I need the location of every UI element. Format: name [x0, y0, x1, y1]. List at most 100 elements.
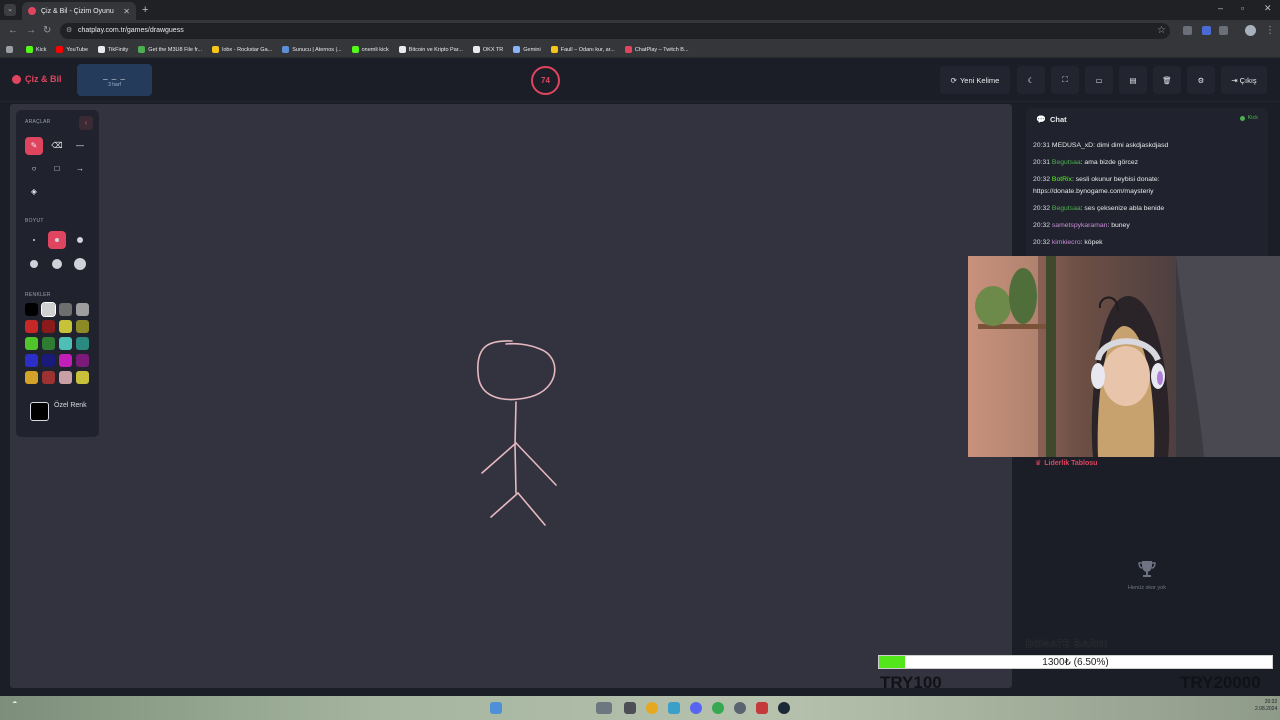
eraser-tool-button[interactable]: ⌫ [48, 137, 66, 155]
size-option-5[interactable] [48, 255, 66, 273]
color-swatch[interactable] [76, 337, 89, 350]
url-input[interactable]: ⚙ chatplay.com.tr/games/drawguess [60, 23, 1170, 39]
color-swatch[interactable] [25, 371, 38, 384]
letter-count: 3 harf [108, 82, 121, 88]
system-clock[interactable]: 20:32 2.08.2024 [1255, 699, 1277, 713]
keyboard-button[interactable]: ▭ [1085, 66, 1113, 94]
size-option-1[interactable] [25, 231, 43, 249]
rectangle-tool-button[interactable]: □ [48, 160, 66, 178]
bookmark-item[interactable]: Kick [26, 46, 46, 53]
color-swatch[interactable] [25, 320, 38, 333]
collapse-panel-button[interactable]: ‹ [79, 116, 93, 130]
color-swatch[interactable] [76, 371, 89, 384]
taskbar-app-icon[interactable] [734, 702, 746, 714]
maximize-icon[interactable]: ▫ [1241, 3, 1244, 13]
bookmark-star-icon[interactable]: ☆ [1157, 25, 1166, 36]
color-swatch[interactable] [76, 320, 89, 333]
bookmark-favicon-icon [550, 46, 558, 53]
chat-message-user[interactable]: Begutsaa [1052, 159, 1081, 166]
taskbar-app-icon[interactable] [596, 702, 612, 714]
round-timer: 74 [531, 66, 560, 95]
site-info-icon[interactable]: ⚙ [66, 23, 72, 39]
chat-message-user[interactable]: kimkiecro [1052, 239, 1081, 246]
color-swatch[interactable] [59, 354, 72, 367]
custom-color-picker[interactable] [30, 402, 49, 421]
color-swatch[interactable] [25, 337, 38, 350]
apps-icon[interactable] [6, 46, 16, 53]
chat-message-user[interactable]: sametspykaraman [1052, 222, 1108, 229]
color-swatch[interactable] [59, 303, 72, 316]
bookmark-item[interactable]: Sunucu | Aternos |... [282, 46, 342, 53]
color-swatch[interactable] [42, 371, 55, 384]
url-text: chatplay.com.tr/games/drawguess [78, 27, 184, 34]
bookmark-item[interactable]: Bitcoin ve Kripto Par... [398, 46, 463, 53]
reload-icon[interactable]: ↻ [43, 25, 51, 36]
archive-button[interactable]: ▤ [1119, 66, 1147, 94]
minimize-icon[interactable]: – [1218, 3, 1223, 13]
bookmark-item[interactable]: lobx - Rockstar Ga... [212, 46, 272, 53]
size-option-6[interactable] [71, 255, 89, 273]
color-swatch[interactable] [59, 371, 72, 384]
taskbar-app-icon[interactable] [668, 702, 680, 714]
discord-icon[interactable] [690, 702, 702, 714]
size-option-4[interactable] [25, 255, 43, 273]
close-window-icon[interactable]: ✕ [1264, 3, 1272, 14]
color-swatch[interactable] [76, 354, 89, 367]
leaderboard-title: ♛ Liderlik Tablosu [1035, 459, 1098, 468]
browser-tab[interactable]: Çiz & Bil - Çizim Oyunu ✕ [22, 2, 136, 20]
clear-canvas-button[interactable]: 🗑 [1153, 66, 1181, 94]
bookmark-item[interactable]: onemli kick [351, 46, 389, 53]
taskbar-app-icon[interactable] [712, 702, 724, 714]
exit-button[interactable]: ⇥ Çıkış [1221, 66, 1267, 94]
settings-button[interactable]: ⚙ [1187, 66, 1215, 94]
theme-toggle-button[interactable]: ☾ [1017, 66, 1045, 94]
tab-close-icon[interactable]: ✕ [123, 7, 130, 16]
bookmark-item[interactable]: Gemini [513, 46, 541, 53]
file-explorer-icon[interactable] [624, 702, 636, 714]
bookmark-item[interactable]: OKX TR [472, 46, 503, 53]
color-swatch[interactable] [25, 354, 38, 367]
taskbar-app-icon[interactable] [756, 702, 768, 714]
back-icon[interactable]: ← [8, 25, 18, 36]
bookmark-item[interactable]: Faull – Odanı kur, ar... [550, 46, 615, 53]
start-icon[interactable] [490, 702, 502, 714]
browser-menu-icon[interactable]: ⋮ [1265, 25, 1275, 36]
bookmark-item[interactable]: TikFinity [98, 46, 128, 53]
forward-icon[interactable]: → [26, 25, 36, 36]
color-swatch[interactable] [42, 354, 55, 367]
color-swatch[interactable] [42, 337, 55, 350]
pen-tool-button[interactable]: ✎ [25, 137, 43, 155]
chat-message-user[interactable]: MEDUSA_xD [1052, 142, 1093, 149]
arrow-tool-button[interactable]: → [71, 160, 89, 178]
line-tool-button[interactable]: — [71, 137, 89, 155]
bookmark-item[interactable]: Get the M3U8 File fr... [138, 46, 202, 53]
color-swatch[interactable] [25, 303, 38, 316]
chrome-icon[interactable] [646, 702, 658, 714]
bookmark-item[interactable]: ChatPlay – Twitch B... [624, 46, 689, 53]
new-word-button[interactable]: ⟳ Yeni Kelime [940, 66, 1010, 94]
chat-messages: 20:31 MEDUSA_xD: dimi dimi askdjaskdjasd… [1033, 140, 1263, 254]
steam-icon[interactable] [778, 702, 790, 714]
color-swatch[interactable] [42, 320, 55, 333]
bookmark-item[interactable]: YouTube [56, 46, 88, 53]
size-option-3[interactable] [71, 231, 89, 249]
color-swatch[interactable] [59, 320, 72, 333]
tab-search-icon[interactable]: ⌄ [4, 4, 16, 16]
size-option-2[interactable] [48, 231, 66, 249]
chat-message-user[interactable]: Begutsaa [1052, 205, 1081, 212]
circle-tool-button[interactable]: ○ [25, 160, 43, 178]
fullscreen-button[interactable]: ⛶ [1051, 66, 1079, 94]
app-logo[interactable]: Çiz & Bil [12, 74, 62, 84]
weather-widget[interactable]: ☁ [12, 699, 17, 706]
extension-icon[interactable] [1183, 26, 1192, 35]
color-swatch[interactable] [59, 337, 72, 350]
profile-avatar[interactable] [1245, 25, 1256, 36]
extensions-icon[interactable] [1219, 26, 1228, 35]
chat-message: 20:31 Begutsaa: ama bizde görcez [1033, 159, 1139, 166]
new-tab-icon[interactable]: + [142, 4, 148, 16]
extension-icon[interactable] [1202, 26, 1211, 35]
fill-tool-button[interactable]: ◈ [25, 183, 43, 201]
color-swatch[interactable] [41, 302, 56, 317]
chat-message-user[interactable]: BotRix [1052, 176, 1072, 183]
color-swatch[interactable] [76, 303, 89, 316]
